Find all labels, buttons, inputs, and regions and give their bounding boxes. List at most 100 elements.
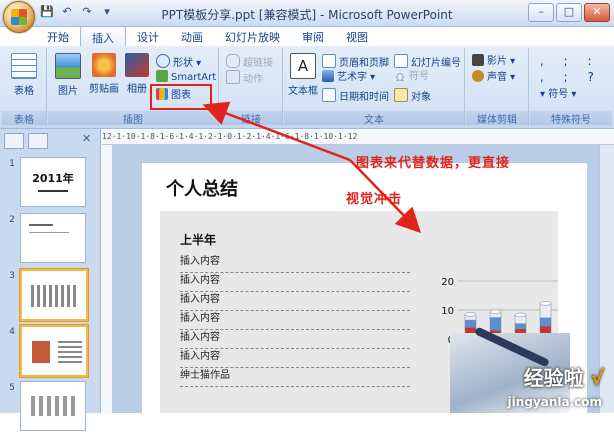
slide-thumbnail-2[interactable]: 2 [6, 213, 90, 265]
slide-thumb [20, 325, 88, 377]
outline-tab[interactable] [28, 133, 48, 149]
symbol-row-2[interactable]: , ; ? [540, 70, 602, 84]
vertical-ruler [102, 145, 113, 413]
clipart-button[interactable]: 剪贴画 [86, 53, 122, 95]
table-button[interactable]: 表格 [6, 53, 42, 97]
speaker-icon [472, 70, 484, 82]
sound-label: 声音 [487, 72, 507, 83]
y-tick-label: 10 [441, 306, 454, 317]
slide-thumbnail-3[interactable]: 3 [6, 269, 90, 321]
group-label-special: 特殊符号 [530, 111, 612, 126]
slide-thumb [20, 381, 86, 431]
picture-icon [55, 53, 81, 79]
minimize-button[interactable]: – [528, 3, 554, 22]
wordart-icon [322, 70, 334, 82]
list-item: 插入内容 [180, 272, 410, 292]
slide-number: 2 [9, 215, 15, 225]
list-item: 插入内容 [180, 310, 410, 330]
group-label-media: 媒体剪辑 [466, 111, 528, 126]
tab-insert[interactable]: 插入 [80, 26, 126, 47]
watermark-logo: 经验啦 √ [524, 362, 604, 391]
group-label-links: 链接 [220, 111, 282, 126]
hyperlink-icon [226, 54, 240, 68]
bar-cap [539, 301, 552, 306]
pane-close-icon[interactable]: ✕ [82, 132, 91, 145]
wordart-button[interactable]: 艺术字 ▾ [322, 70, 375, 84]
tab-animations[interactable]: 动画 [170, 26, 214, 46]
pane-tabs [4, 133, 48, 149]
symbol-row-1[interactable]: , ; : [540, 54, 600, 68]
datetime-button[interactable]: 日期和时间 [322, 88, 389, 103]
movie-button[interactable]: 影片 ▾ [472, 54, 515, 68]
group-label-illustrations: 插图 [48, 111, 218, 126]
clipart-icon [92, 53, 116, 77]
tab-review[interactable]: 审阅 [291, 26, 335, 46]
thumb-block [57, 341, 82, 363]
sound-button[interactable]: 声音 ▾ [472, 70, 515, 84]
action-icon [226, 70, 240, 84]
bar-segment [514, 323, 527, 330]
bar-cap [464, 312, 477, 317]
album-button[interactable]: 相册 [124, 53, 150, 95]
thumb-line [29, 224, 53, 226]
chart-button-highlight [150, 84, 212, 110]
object-label: 对象 [411, 92, 431, 103]
action-label: 动作 [243, 74, 263, 85]
slide-thumbnail-1[interactable]: 1 2011年 [6, 157, 90, 209]
annotation-text-1: 图表来代替数据，更直接 [356, 156, 511, 171]
group-label-text: 文本 [284, 111, 464, 126]
close-button[interactable]: ✕ [584, 3, 610, 22]
annotation-text-2: 视觉冲击 [346, 192, 403, 207]
bar-segment [464, 319, 477, 328]
film-icon [472, 54, 484, 66]
textbox-button[interactable]: A 文本框 [286, 53, 320, 97]
list-item: 绅士猫作品 [180, 367, 410, 387]
tab-slideshow[interactable]: 幻灯片放映 [214, 26, 291, 46]
picture-button[interactable]: 图片 [52, 53, 84, 97]
slides-tab[interactable] [4, 133, 24, 149]
textbox-icon: A [290, 53, 316, 79]
ribbon-tabs: 开始 插入 设计 动画 幻灯片放映 审阅 视图 [36, 26, 379, 47]
list-item: 插入内容 [180, 253, 410, 273]
smartart-button[interactable]: SmartArt [156, 70, 216, 84]
special-symbol-label: 符号 [548, 89, 569, 100]
slide-number-button[interactable]: 幻灯片编号 [394, 54, 461, 69]
slide-number: 3 [9, 271, 15, 281]
slide-thumb [20, 213, 86, 263]
symbol-button[interactable]: Ω 符号 [394, 70, 429, 84]
thumb-line [29, 232, 69, 233]
title-bar: 💾 ↶ ↷ ▾ PPT模板分享.ppt [兼容模式] - Microsoft P… [0, 0, 614, 33]
slide-number: 4 [9, 327, 15, 337]
shapes-label: 形状 [173, 58, 193, 69]
slide-title[interactable]: 个人总结 [166, 175, 238, 201]
symbol-label: 符号 [409, 71, 429, 82]
tab-view[interactable]: 视图 [335, 26, 379, 46]
slide-thumb [20, 269, 88, 321]
header-footer-button[interactable]: 页眉和页脚 [322, 54, 389, 69]
slide-number: 1 [9, 159, 15, 169]
picture-label: 图片 [58, 86, 78, 97]
special-symbol-button[interactable]: ▾ 符号 ▾ [540, 88, 576, 102]
tab-design[interactable]: 设计 [126, 26, 170, 46]
object-button[interactable]: 对象 [394, 88, 431, 103]
tab-home[interactable]: 开始 [36, 26, 80, 46]
hyperlink-button[interactable]: 超链接 [226, 54, 273, 69]
content-heading: 上半年 [180, 233, 217, 247]
slide-thumbnail-4[interactable]: 4 [6, 325, 90, 377]
thumb-title: 2011年 [32, 172, 74, 185]
y-tick-label: 20 [441, 277, 454, 288]
action-button[interactable]: 动作 [226, 70, 263, 85]
group-text: A 文本框 页眉和页脚 艺术字 ▾ 日期和时间 幻灯片编号 Ω 符号 对象 文本 [284, 48, 465, 126]
group-links: 超链接 动作 链接 [220, 48, 283, 126]
group-media: 影片 ▾ 声音 ▾ 媒体剪辑 [466, 48, 529, 126]
slide-number-icon [394, 54, 408, 68]
calendar-icon [322, 88, 336, 102]
slide-thumbnail-5[interactable]: 5 [6, 381, 90, 433]
maximize-button[interactable]: □ [556, 3, 582, 22]
horizontal-ruler: 12·1·10·1·8·1·6·1·4·1·2·1·0·1·2·1·4·1·6·… [102, 130, 614, 145]
movie-label: 影片 [487, 56, 507, 67]
shapes-button[interactable]: 形状 ▾ [156, 54, 201, 69]
bar-segment [539, 317, 552, 327]
slides-pane: ✕ 1 2011年 2 3 4 5 [0, 129, 101, 431]
watermark-url: jingyanla.com [507, 395, 602, 409]
